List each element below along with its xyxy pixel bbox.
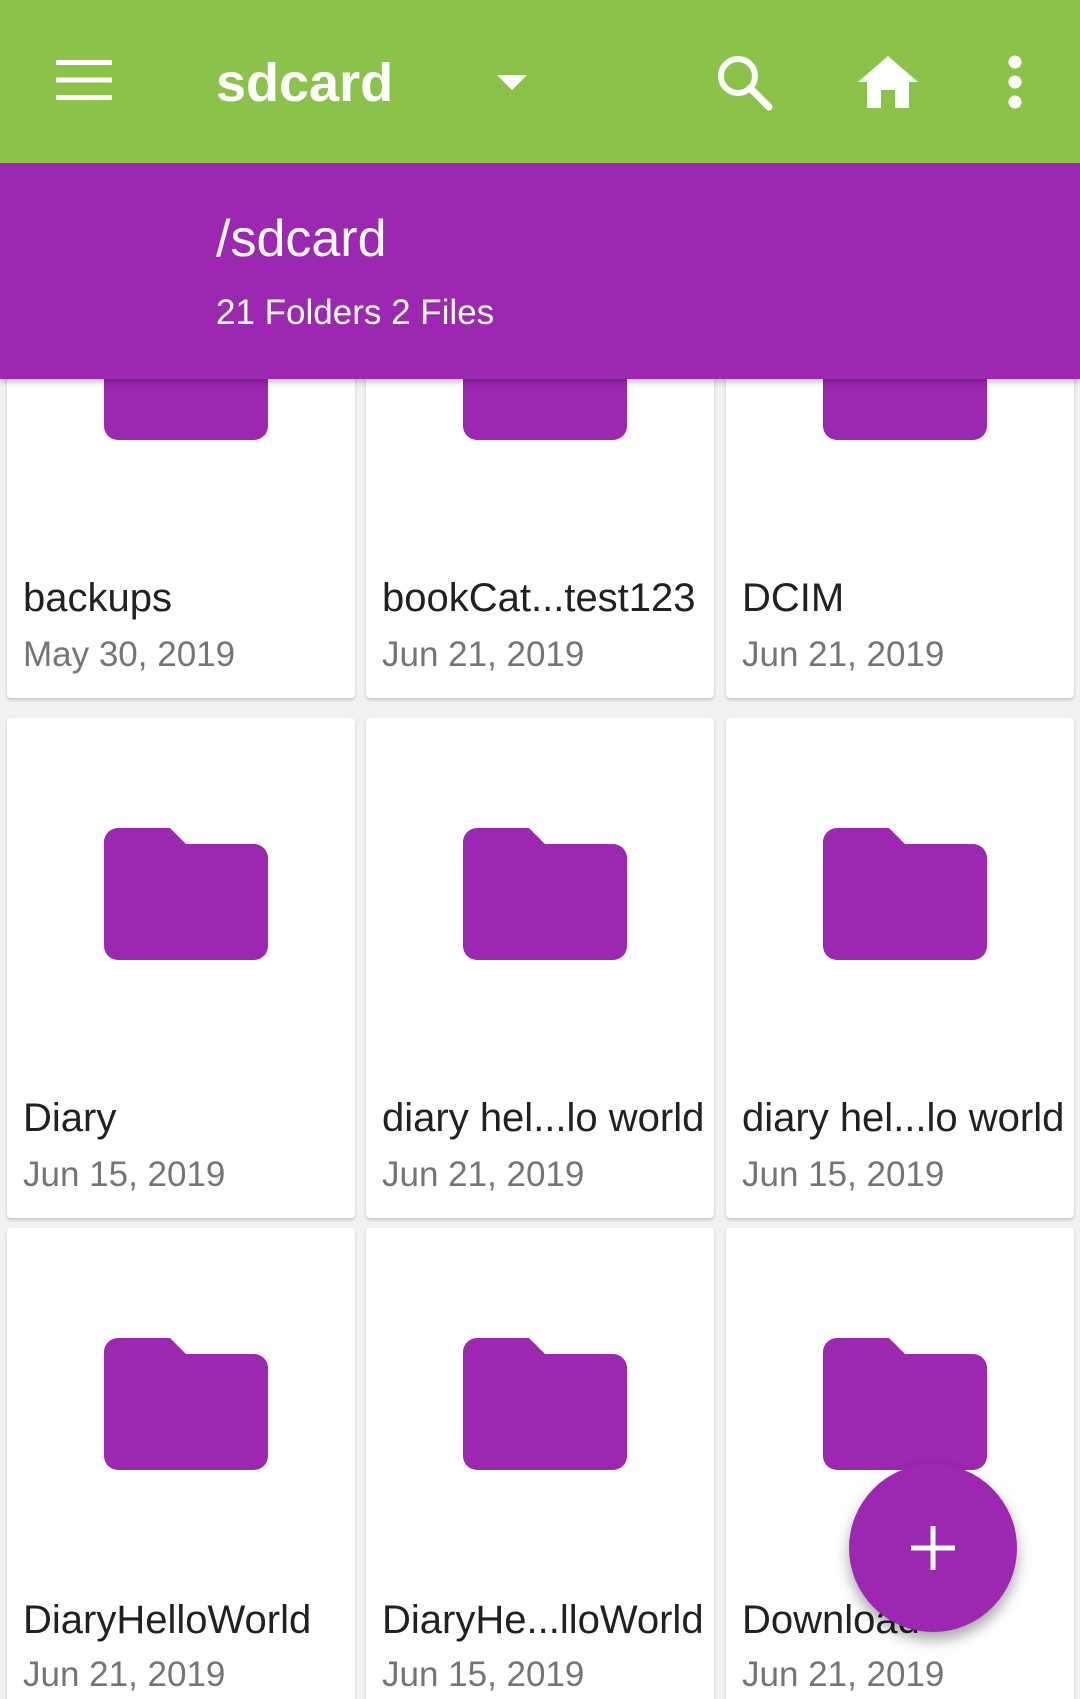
current-path[interactable]: /sdcard — [216, 207, 387, 271]
folder-card[interactable]: Diary Jun 15, 2019 — [7, 718, 355, 1218]
folder-icon — [463, 1338, 627, 1470]
folder-name: backups — [23, 576, 172, 620]
app-toolbar: sdcard — [0, 0, 1080, 163]
folder-date: Jun 15, 2019 — [742, 1155, 945, 1194]
more-vert-icon — [1008, 55, 1022, 109]
folder-name: DCIM — [742, 576, 845, 620]
add-fab-button[interactable] — [849, 1464, 1017, 1632]
path-header: /sdcard 21 Folders 2 Files — [0, 163, 1080, 379]
folder-name: diary hel...lo world — [382, 1096, 705, 1140]
dropdown-arrow-icon — [497, 75, 527, 90]
folder-file-count: 21 Folders 2 Files — [216, 293, 495, 332]
folder-date: Jun 21, 2019 — [742, 635, 945, 674]
folder-card[interactable]: DiaryHe...lloWorld Jun 15, 2019 — [366, 1228, 714, 1699]
folder-card[interactable]: diary hel...lo world Jun 21, 2019 — [366, 718, 714, 1218]
folder-icon — [104, 828, 268, 960]
folder-card[interactable]: diary hel...lo world Jun 15, 2019 — [726, 718, 1074, 1218]
file-manager-app: backups May 30, 2019 bookCat...test123 J… — [0, 0, 1080, 1699]
folder-card[interactable]: DiaryHelloWorld Jun 21, 2019 — [7, 1228, 355, 1699]
folder-date: Jun 21, 2019 — [23, 1655, 226, 1694]
storage-title[interactable]: sdcard — [216, 48, 393, 118]
menu-icon — [56, 60, 112, 100]
folder-date: Jun 15, 2019 — [23, 1155, 226, 1194]
menu-button[interactable] — [40, 40, 128, 120]
folder-date: Jun 21, 2019 — [742, 1655, 945, 1694]
folder-name: Diary — [23, 1096, 117, 1140]
folder-date: Jun 15, 2019 — [382, 1655, 585, 1694]
folder-date: Jun 21, 2019 — [382, 635, 585, 674]
folder-name: DiaryHe...lloWorld — [382, 1598, 704, 1642]
folder-date: Jun 21, 2019 — [382, 1155, 585, 1194]
folder-icon — [823, 1338, 987, 1470]
home-icon — [858, 56, 918, 108]
search-icon — [718, 56, 773, 111]
folder-icon — [463, 828, 627, 960]
folder-icon — [104, 1338, 268, 1470]
search-button[interactable] — [700, 38, 788, 126]
folder-icon — [823, 828, 987, 960]
folder-date: May 30, 2019 — [23, 635, 236, 674]
folder-card[interactable]: Download Jun 21, 2019 — [726, 1228, 1074, 1699]
more-options-button[interactable] — [990, 38, 1040, 126]
home-button[interactable] — [844, 38, 932, 126]
storage-dropdown-button[interactable] — [490, 58, 534, 108]
folder-name: diary hel...lo world — [742, 1096, 1065, 1140]
plus-icon — [911, 1526, 955, 1570]
folder-name: DiaryHelloWorld — [23, 1598, 312, 1642]
folder-name: bookCat...test123 — [382, 576, 696, 620]
